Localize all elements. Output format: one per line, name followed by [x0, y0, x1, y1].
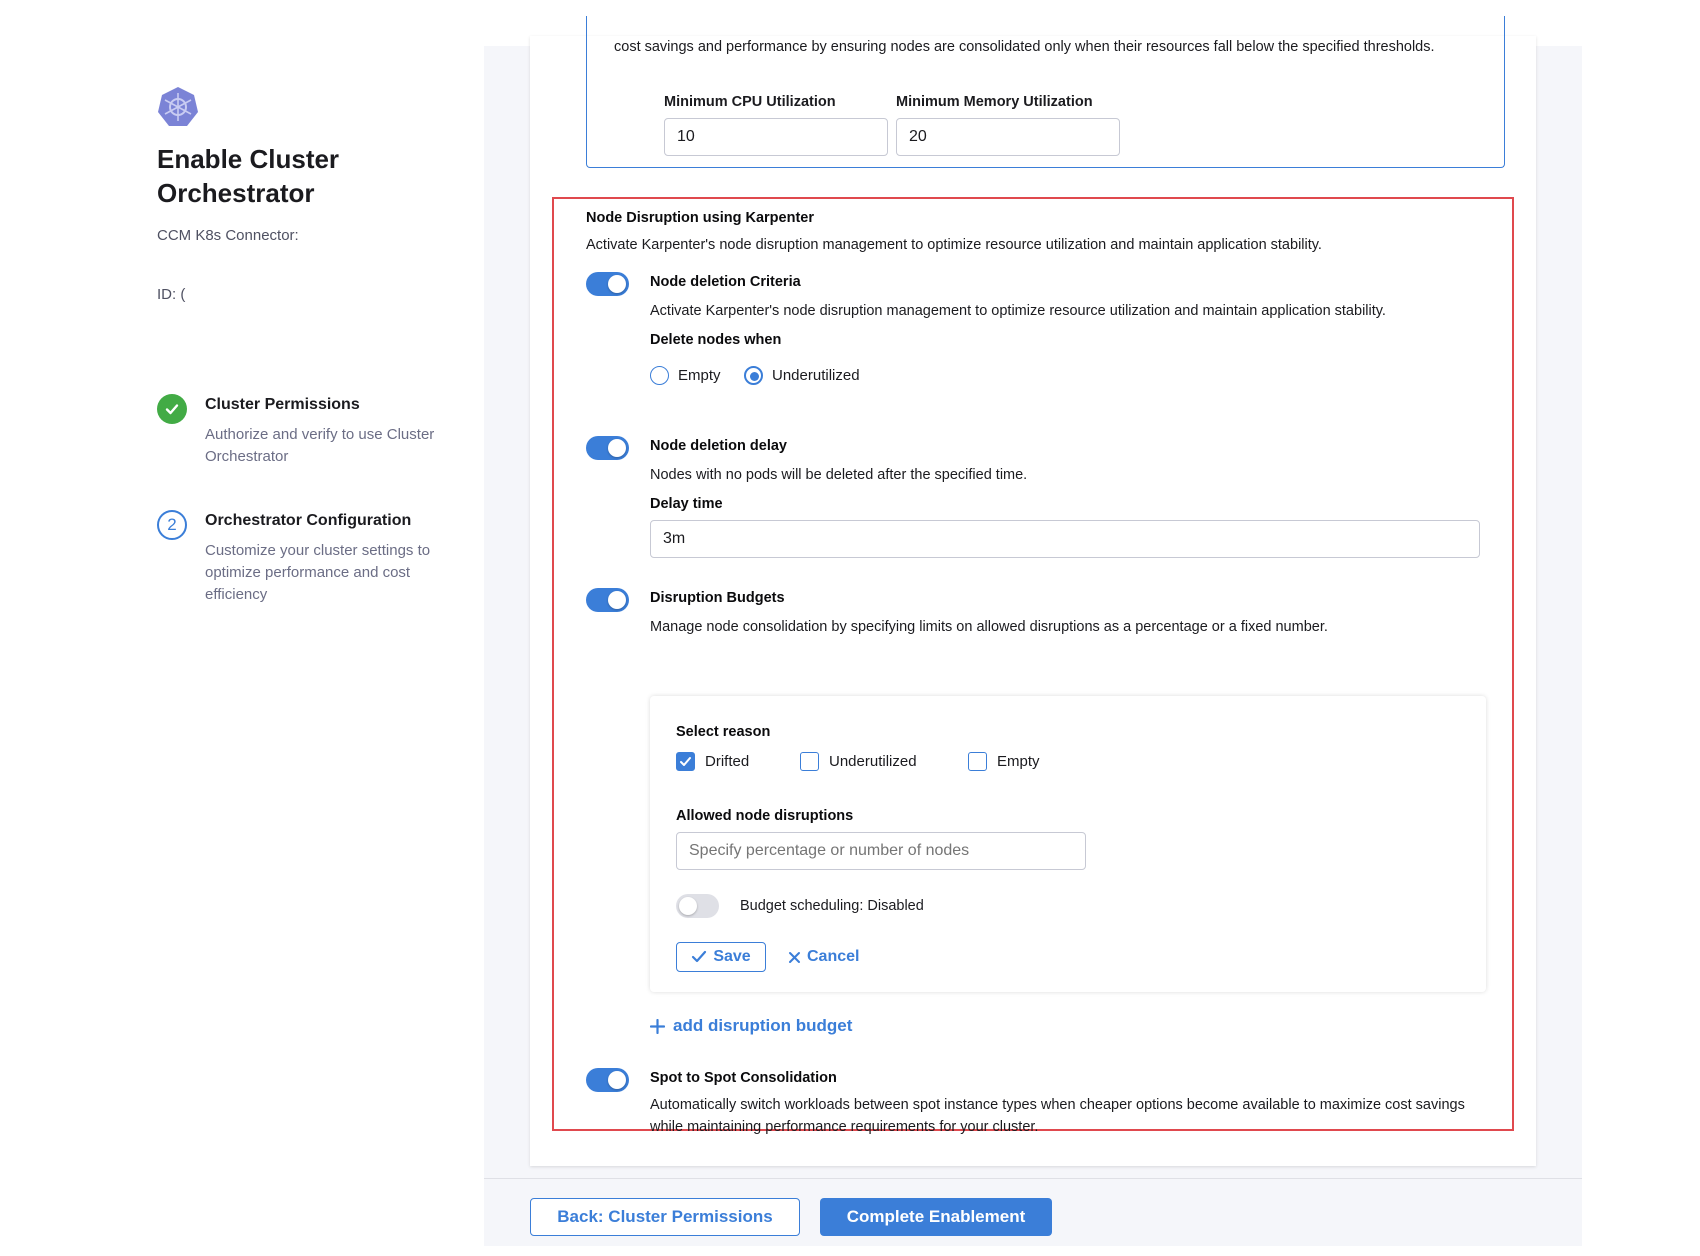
radio-underutilized[interactable]: Underutilized	[744, 366, 860, 385]
save-label: Save	[713, 948, 751, 965]
complete-enablement-button[interactable]: Complete Enablement	[820, 1198, 1052, 1236]
radio-circle	[744, 366, 763, 385]
configuration-card: cost savings and performance by ensuring…	[530, 16, 1536, 1166]
check-icon	[692, 950, 707, 963]
toggle-knob	[608, 1071, 626, 1089]
consolidation-description: cost savings and performance by ensuring…	[614, 39, 1435, 55]
deletion-delay-title: Node deletion delay	[650, 438, 787, 454]
page-title: Enable Cluster Orchestrator	[157, 144, 340, 208]
delay-time-input[interactable]: 3m	[650, 520, 1480, 558]
deletion-delay-toggle[interactable]	[586, 436, 629, 460]
budget-editor: Select reason Drifted Underutilized Empt…	[650, 696, 1486, 992]
checkbox-label: Underutilized	[829, 753, 917, 770]
step-description: Authorize and verify to use Cluster Orch…	[205, 426, 435, 465]
radio-circle	[650, 366, 669, 385]
checkbox-box	[676, 752, 695, 771]
radio-empty[interactable]: Empty	[650, 366, 721, 385]
allowed-disruptions-input[interactable]	[676, 832, 1086, 870]
main-panel: cost savings and performance by ensuring…	[484, 16, 1582, 1246]
step-title: Orchestrator Configuration	[205, 512, 412, 529]
close-icon	[789, 951, 800, 963]
toggle-knob	[608, 439, 626, 457]
step-description: Customize your cluster settings to optim…	[205, 542, 431, 603]
wizard-sidebar: Enable Cluster Orchestrator CCM K8s Conn…	[0, 0, 484, 1256]
spot-consolidation-description: Automatically switch workloads between s…	[650, 1097, 1465, 1135]
budget-scheduling-label: Budget scheduling: Disabled	[740, 898, 924, 914]
spot-consolidation-toggle[interactable]	[586, 1068, 629, 1092]
disruption-section-title: Node Disruption using Karpenter	[586, 210, 814, 226]
cpu-utilization-label: Minimum CPU Utilization	[664, 94, 836, 110]
checkbox-label: Empty	[997, 753, 1040, 770]
disruption-section-description: Activate Karpenter's node disruption man…	[586, 237, 1322, 253]
plus-icon	[650, 1018, 665, 1034]
deletion-criteria-toggle[interactable]	[586, 272, 629, 296]
back-button[interactable]: Back: Cluster Permissions	[530, 1198, 800, 1236]
checkbox-label: Drifted	[705, 753, 750, 770]
check-circle-icon	[157, 394, 187, 424]
deletion-criteria-description: Activate Karpenter's node disruption man…	[650, 303, 1386, 319]
disruption-budgets-description: Manage node consolidation by specifying …	[650, 619, 1328, 635]
toggle-knob	[608, 591, 626, 609]
add-disruption-budget-link[interactable]: add disruption budget	[650, 1016, 852, 1036]
checkbox-drifted[interactable]: Drifted	[676, 752, 749, 771]
toggle-knob	[679, 897, 697, 915]
disruption-budgets-toggle[interactable]	[586, 588, 629, 612]
disruption-budgets-title: Disruption Budgets	[650, 590, 785, 606]
save-button[interactable]: Save	[676, 942, 766, 972]
checkbox-empty[interactable]: Empty	[968, 752, 1040, 771]
connector-label: CCM K8s Connector:	[157, 227, 299, 244]
memory-utilization-label: Minimum Memory Utilization	[896, 94, 1093, 110]
allowed-disruptions-label: Allowed node disruptions	[676, 808, 854, 824]
delete-nodes-when-label: Delete nodes when	[650, 332, 782, 348]
cancel-label: Cancel	[807, 948, 860, 965]
cancel-button[interactable]: Cancel	[788, 942, 859, 972]
budget-scheduling-toggle[interactable]	[676, 894, 719, 918]
checkbox-underutilized[interactable]: Underutilized	[800, 752, 917, 771]
cpu-utilization-input[interactable]: 10	[664, 118, 888, 156]
spot-consolidation-title: Spot to Spot Consolidation	[650, 1070, 837, 1086]
delay-time-label: Delay time	[650, 496, 723, 512]
memory-utilization-input[interactable]: 20	[896, 118, 1120, 156]
checkbox-box	[968, 752, 987, 771]
checkbox-box	[800, 752, 819, 771]
deletion-criteria-title: Node deletion Criteria	[650, 274, 801, 290]
step-number-icon: 2	[157, 510, 187, 540]
deletion-delay-description: Nodes with no pods will be deleted after…	[650, 467, 1028, 483]
kubernetes-logo-icon	[157, 86, 199, 128]
select-reason-label: Select reason	[676, 724, 771, 740]
radio-label: Underutilized	[772, 367, 860, 384]
add-disruption-budget-label: add disruption budget	[673, 1016, 853, 1035]
toggle-knob	[608, 275, 626, 293]
footer-divider	[484, 1178, 1582, 1179]
radio-label: Empty	[678, 367, 721, 384]
connector-id: ID: (	[157, 286, 186, 303]
step-title: Cluster Permissions	[205, 396, 360, 413]
